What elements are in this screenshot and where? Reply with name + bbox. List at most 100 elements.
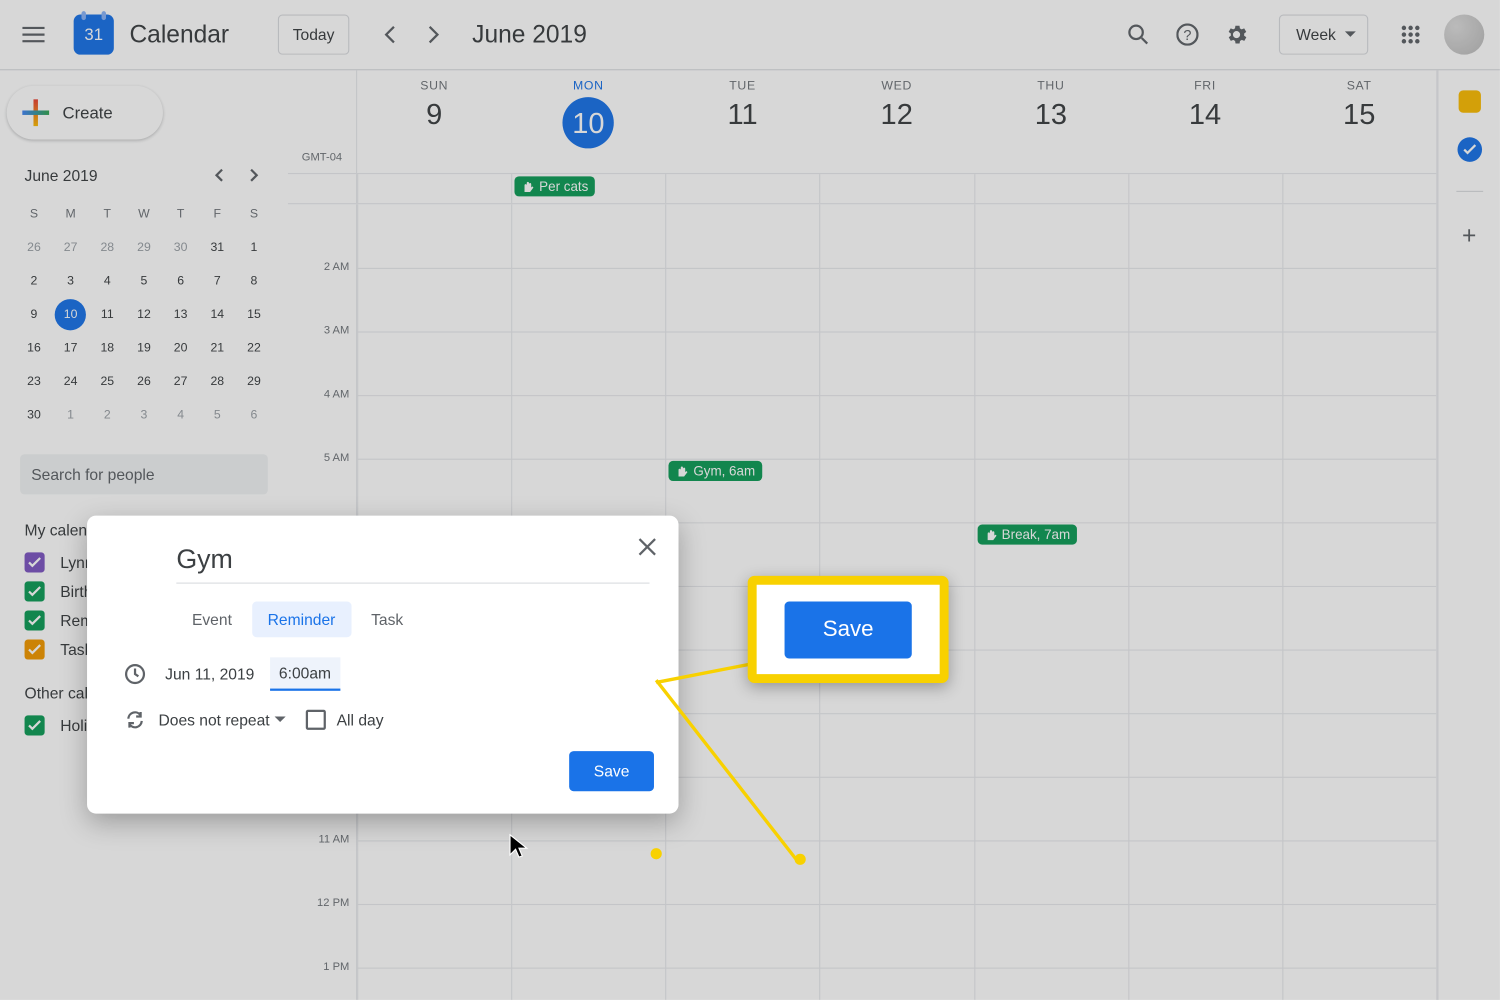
allday-cell[interactable] xyxy=(665,174,819,203)
mini-day[interactable]: 15 xyxy=(236,298,273,331)
day-number[interactable]: 11 xyxy=(727,97,757,132)
grid-day-column[interactable] xyxy=(1128,204,1282,1000)
mini-day[interactable]: 20 xyxy=(162,331,199,364)
day-number[interactable]: 9 xyxy=(426,97,442,132)
mini-day[interactable]: 16 xyxy=(16,331,53,364)
day-number[interactable]: 13 xyxy=(1035,97,1067,132)
mini-day[interactable]: 28 xyxy=(199,365,236,398)
mini-day[interactable]: 6 xyxy=(236,398,273,431)
day-column-header[interactable]: MON10 xyxy=(511,70,665,173)
create-button[interactable]: Create xyxy=(7,86,163,140)
next-week-button[interactable] xyxy=(414,15,454,55)
day-column-header[interactable]: THU13 xyxy=(974,70,1128,173)
mini-day[interactable]: 7 xyxy=(199,264,236,297)
reminder-date-button[interactable]: Jun 11, 2019 xyxy=(158,658,261,689)
calendar-checkbox[interactable] xyxy=(25,610,45,630)
day-column-header[interactable]: SUN9 xyxy=(357,70,511,173)
mini-prev-month[interactable] xyxy=(203,160,234,191)
tab-reminder[interactable]: Reminder xyxy=(252,602,351,638)
calendar-checkbox[interactable] xyxy=(25,715,45,735)
mini-calendar-grid[interactable]: SMTWTFS262728293031123456789101112131415… xyxy=(7,198,282,432)
mini-day[interactable]: 24 xyxy=(52,365,89,398)
mini-day[interactable]: 22 xyxy=(236,331,273,364)
calendar-checkbox[interactable] xyxy=(25,581,45,601)
allday-cell[interactable] xyxy=(1282,174,1436,203)
mini-day[interactable]: 30 xyxy=(16,398,53,431)
grid-day-column[interactable]: Break, 7am xyxy=(974,204,1128,1000)
mini-day[interactable]: 3 xyxy=(126,398,163,431)
keep-button[interactable] xyxy=(1458,90,1480,112)
mini-day[interactable]: 29 xyxy=(126,231,163,264)
calendar-checkbox[interactable] xyxy=(25,552,45,572)
day-number[interactable]: 15 xyxy=(1343,97,1375,132)
mini-day[interactable]: 4 xyxy=(162,398,199,431)
google-apps-button[interactable] xyxy=(1388,12,1433,57)
mini-day[interactable]: 2 xyxy=(89,398,126,431)
mini-day[interactable]: 21 xyxy=(199,331,236,364)
menu-button[interactable] xyxy=(11,12,56,57)
mini-day[interactable]: 26 xyxy=(126,365,163,398)
mini-day[interactable]: 26 xyxy=(16,231,53,264)
prev-week-button[interactable] xyxy=(369,15,409,55)
tab-event[interactable]: Event xyxy=(176,602,247,638)
allday-cell[interactable] xyxy=(357,174,511,203)
allday-cell[interactable] xyxy=(820,174,974,203)
mini-day[interactable]: 10 xyxy=(52,298,89,331)
view-selector[interactable]: Week xyxy=(1279,15,1368,55)
mini-day[interactable]: 11 xyxy=(89,298,126,331)
day-column-header[interactable]: TUE11 xyxy=(665,70,819,173)
mini-day[interactable]: 9 xyxy=(16,298,53,331)
allday-checkbox[interactable] xyxy=(305,710,325,730)
allday-cell[interactable] xyxy=(974,174,1128,203)
mini-day[interactable]: 1 xyxy=(236,231,273,264)
mini-day[interactable]: 14 xyxy=(199,298,236,331)
mini-day[interactable]: 13 xyxy=(162,298,199,331)
day-column-header[interactable]: SAT15 xyxy=(1282,70,1436,173)
mini-day[interactable]: 8 xyxy=(236,264,273,297)
help-button[interactable]: ? xyxy=(1166,12,1211,57)
dialog-close-button[interactable] xyxy=(638,538,656,556)
day-column-header[interactable]: WED12 xyxy=(820,70,974,173)
mini-day[interactable]: 17 xyxy=(52,331,89,364)
mini-day[interactable]: 6 xyxy=(162,264,199,297)
mini-day[interactable]: 19 xyxy=(126,331,163,364)
reminder-chip[interactable]: Gym, 6am xyxy=(669,461,762,481)
mini-day[interactable]: 27 xyxy=(52,231,89,264)
side-panel-add-button[interactable]: + xyxy=(1462,221,1476,250)
mini-day[interactable]: 27 xyxy=(162,365,199,398)
mini-day[interactable]: 28 xyxy=(89,231,126,264)
mini-day[interactable]: 5 xyxy=(199,398,236,431)
tab-task[interactable]: Task xyxy=(355,602,418,638)
repeat-select[interactable]: Does not repeat xyxy=(158,711,285,729)
day-column-header[interactable]: FRI14 xyxy=(1128,70,1282,173)
mini-day[interactable]: 29 xyxy=(236,365,273,398)
day-number[interactable]: 14 xyxy=(1189,97,1221,132)
tasks-button[interactable] xyxy=(1457,137,1482,162)
reminder-title-input[interactable] xyxy=(176,545,649,584)
mini-day[interactable]: 30 xyxy=(162,231,199,264)
mini-day[interactable]: 4 xyxy=(89,264,126,297)
save-button[interactable]: Save xyxy=(569,751,654,791)
search-button[interactable] xyxy=(1117,12,1162,57)
mini-day[interactable]: 5 xyxy=(126,264,163,297)
grid-day-column[interactable] xyxy=(1282,204,1436,1000)
mini-next-month[interactable] xyxy=(239,160,270,191)
mini-day[interactable]: 1 xyxy=(52,398,89,431)
allday-reminder-chip[interactable]: Per cats xyxy=(515,176,595,196)
reminder-time-input[interactable]: 6:00am xyxy=(270,657,340,690)
day-number[interactable]: 12 xyxy=(881,97,913,132)
allday-cell[interactable]: Per cats xyxy=(511,174,665,203)
search-people-input[interactable]: Search for people xyxy=(20,454,268,494)
mini-day[interactable]: 2 xyxy=(16,264,53,297)
mini-day[interactable]: 23 xyxy=(16,365,53,398)
mini-day[interactable]: 25 xyxy=(89,365,126,398)
account-avatar[interactable] xyxy=(1444,15,1484,55)
day-number[interactable]: 10 xyxy=(563,97,614,148)
today-button[interactable]: Today xyxy=(278,15,349,55)
mini-day[interactable]: 18 xyxy=(89,331,126,364)
allday-cell[interactable] xyxy=(1128,174,1282,203)
settings-button[interactable] xyxy=(1215,12,1260,57)
mini-day[interactable]: 31 xyxy=(199,231,236,264)
mini-day[interactable]: 3 xyxy=(52,264,89,297)
mini-day[interactable]: 12 xyxy=(126,298,163,331)
